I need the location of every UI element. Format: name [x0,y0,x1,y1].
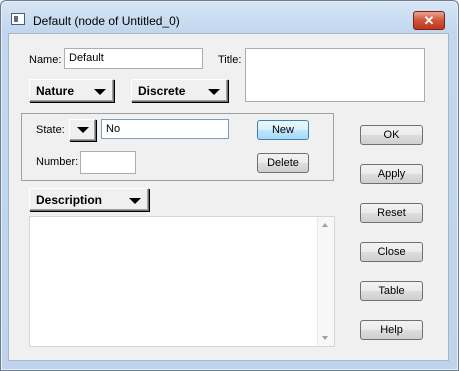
window-title: Default (node of Untitled_0) [33,14,180,28]
triangle-down-icon [129,198,141,204]
window-close-button[interactable]: ✕ [413,11,445,30]
table-button[interactable]: Table [360,281,423,301]
description-dropdown-label: Description [36,193,103,207]
number-input[interactable] [80,151,136,174]
discrete-dropdown-label: Discrete [138,84,186,98]
new-button[interactable]: New [257,120,309,140]
window-icon [11,13,25,25]
description-scrollbar[interactable] [317,217,334,346]
reset-button[interactable]: Reset [360,203,423,223]
apply-button[interactable]: Apply [360,164,423,184]
delete-button[interactable]: Delete [257,153,309,173]
scroll-up-icon[interactable] [322,223,328,227]
state-dropdown-button[interactable] [69,119,96,141]
triangle-down-icon [208,89,220,95]
help-button[interactable]: Help [360,320,423,340]
name-input[interactable]: Default [64,48,203,69]
triangle-down-icon [94,89,106,95]
ok-button[interactable]: OK [360,125,423,145]
state-input[interactable]: No [101,119,229,139]
nature-dropdown[interactable]: Nature [29,79,114,102]
title-input[interactable] [245,48,425,102]
close-button[interactable]: Close [360,242,423,262]
new-button-label: New [271,124,294,136]
number-label: Number: [36,156,79,168]
delete-button-label: Delete [267,157,299,169]
state-input-value: No [106,123,121,135]
description-dropdown[interactable]: Description [29,188,149,211]
apply-button-label: Apply [377,168,406,180]
description-textarea[interactable] [29,216,335,347]
name-input-value: Default [69,52,104,64]
close-button-label: Close [377,246,406,258]
help-button-label: Help [380,324,403,336]
state-label: State: [36,124,65,136]
title-bar[interactable]: Default (node of Untitled_0) ✕ [1,1,458,31]
scroll-down-icon[interactable] [322,336,328,340]
table-button-label: Table [378,285,405,297]
title-label: Title: [218,54,242,66]
ok-button-label: OK [383,129,400,141]
close-icon: ✕ [423,13,435,28]
reset-button-label: Reset [377,207,406,219]
nature-dropdown-label: Nature [36,84,75,98]
triangle-down-icon [77,127,89,133]
name-label: Name: [29,54,62,66]
discrete-dropdown[interactable]: Discrete [131,79,228,102]
